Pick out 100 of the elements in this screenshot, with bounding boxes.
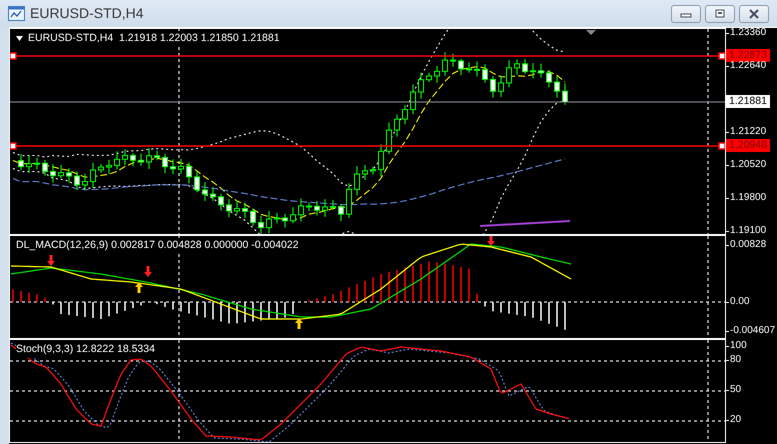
stochastic-axis-label: 20 <box>730 414 742 426</box>
current-price-label: 1.21881 <box>726 95 770 108</box>
candlestick <box>306 202 312 212</box>
down-arrow-icon <box>47 255 55 266</box>
candlestick <box>354 166 360 196</box>
close-icon <box>747 8 761 18</box>
candlestick <box>274 212 280 224</box>
candlestick <box>138 153 144 166</box>
candlestick <box>26 155 32 174</box>
candlestick <box>74 170 80 190</box>
price-axis-label: 1.19800 <box>730 192 766 204</box>
candlestick <box>498 75 504 98</box>
candlestick <box>466 62 472 74</box>
candlestick <box>194 171 200 193</box>
price-axis-label: 1.19100 <box>730 225 766 237</box>
candlestick <box>162 153 168 174</box>
stochastic-axis-label: 80 <box>730 354 742 366</box>
candlestick <box>474 60 480 78</box>
candlestick <box>298 198 304 222</box>
candlestick <box>18 154 24 170</box>
stochastic-axis-label: 100 <box>730 340 747 352</box>
candlestick <box>386 122 392 155</box>
dropdown-triangle-icon <box>16 36 23 42</box>
candlestick <box>394 114 400 138</box>
candlestick <box>218 194 224 211</box>
candlestick <box>458 58 464 76</box>
candlestick <box>410 84 416 115</box>
candlestick <box>106 159 112 175</box>
candlestick <box>130 152 136 167</box>
candlestick <box>522 58 528 74</box>
candlestick <box>482 64 488 84</box>
indicator-legend: Stoch(9,3,3) 12.8222 18.5334 <box>16 342 155 358</box>
window-title: EURUSD-STD,H4 <box>30 4 144 23</box>
indicator-legend: DL_MACD(12,26,9) 0.002817 0.004828 0.000000 -0.004022 <box>16 238 299 254</box>
minimize-button[interactable] <box>671 4 701 22</box>
candlestick <box>362 164 368 180</box>
up-arrow-icon <box>135 282 143 293</box>
candlestick <box>242 202 248 219</box>
candlestick <box>282 213 288 228</box>
down-arrow-icon <box>144 266 152 277</box>
candlestick <box>34 157 40 170</box>
price-axis-label: 1.23360 <box>730 27 766 39</box>
price-axis-label: 1.20520 <box>730 159 766 171</box>
candlestick <box>202 182 208 202</box>
candlestick <box>538 63 544 78</box>
price-level-label: 1.20948 <box>726 139 770 152</box>
macd-axis-label: 0.00828 <box>730 239 766 251</box>
candlestick <box>346 182 352 219</box>
restore-button[interactable] <box>705 4 735 22</box>
candlestick <box>90 162 96 189</box>
candlestick <box>250 208 256 226</box>
indicator-legend: EURUSD-STD,H4 1.21918 1.22003 1.21850 1.21881 <box>28 31 280 47</box>
candlestick <box>490 76 496 98</box>
candlestick <box>514 59 520 76</box>
candlestick <box>434 65 440 84</box>
candlestick <box>506 60 512 88</box>
candlestick <box>402 104 408 125</box>
price-axis-label: 1.22640 <box>730 60 766 72</box>
macd-axis-label: 0.00 <box>730 296 750 308</box>
candlestick <box>50 164 56 184</box>
candlestick <box>122 148 128 166</box>
close-button[interactable] <box>739 4 769 22</box>
candlestick <box>338 204 344 222</box>
macd-axis-label: -0.004607 <box>730 325 776 337</box>
candlestick <box>114 150 120 170</box>
candlestick <box>42 159 48 176</box>
candlestick <box>226 198 232 218</box>
candlestick <box>290 206 296 224</box>
candlestick <box>418 72 424 100</box>
candlestick <box>186 162 192 184</box>
stochastic-axis-label: 50 <box>730 384 742 396</box>
candlestick <box>234 200 240 215</box>
price-level-label: 1.22873 <box>726 49 770 62</box>
price-axis-label: 1.21220 <box>730 126 766 138</box>
candlestick <box>314 200 320 216</box>
candlestick <box>562 82 568 106</box>
up-arrow-icon <box>295 318 303 329</box>
candlestick <box>178 158 184 174</box>
chart-shift-icon <box>586 30 596 35</box>
candlestick <box>58 164 64 178</box>
candlestick <box>554 76 560 98</box>
candlestick <box>170 158 176 175</box>
candlestick <box>530 62 536 79</box>
candlestick <box>98 164 104 174</box>
candlestick <box>370 166 376 176</box>
candlestick <box>426 72 432 82</box>
candlestick <box>322 198 328 218</box>
candlestick <box>330 199 336 210</box>
chart-window-icon <box>8 6 25 21</box>
candlestick <box>82 173 88 191</box>
down-arrow-icon <box>487 236 495 246</box>
candlestick <box>546 69 552 88</box>
candlestick <box>210 186 216 202</box>
candlestick <box>450 53 456 68</box>
candlestick <box>66 168 72 184</box>
candlestick <box>146 147 152 170</box>
candlestick <box>442 52 448 76</box>
candlestick <box>378 144 384 178</box>
restore-icon <box>713 8 727 18</box>
candlestick <box>154 150 160 161</box>
